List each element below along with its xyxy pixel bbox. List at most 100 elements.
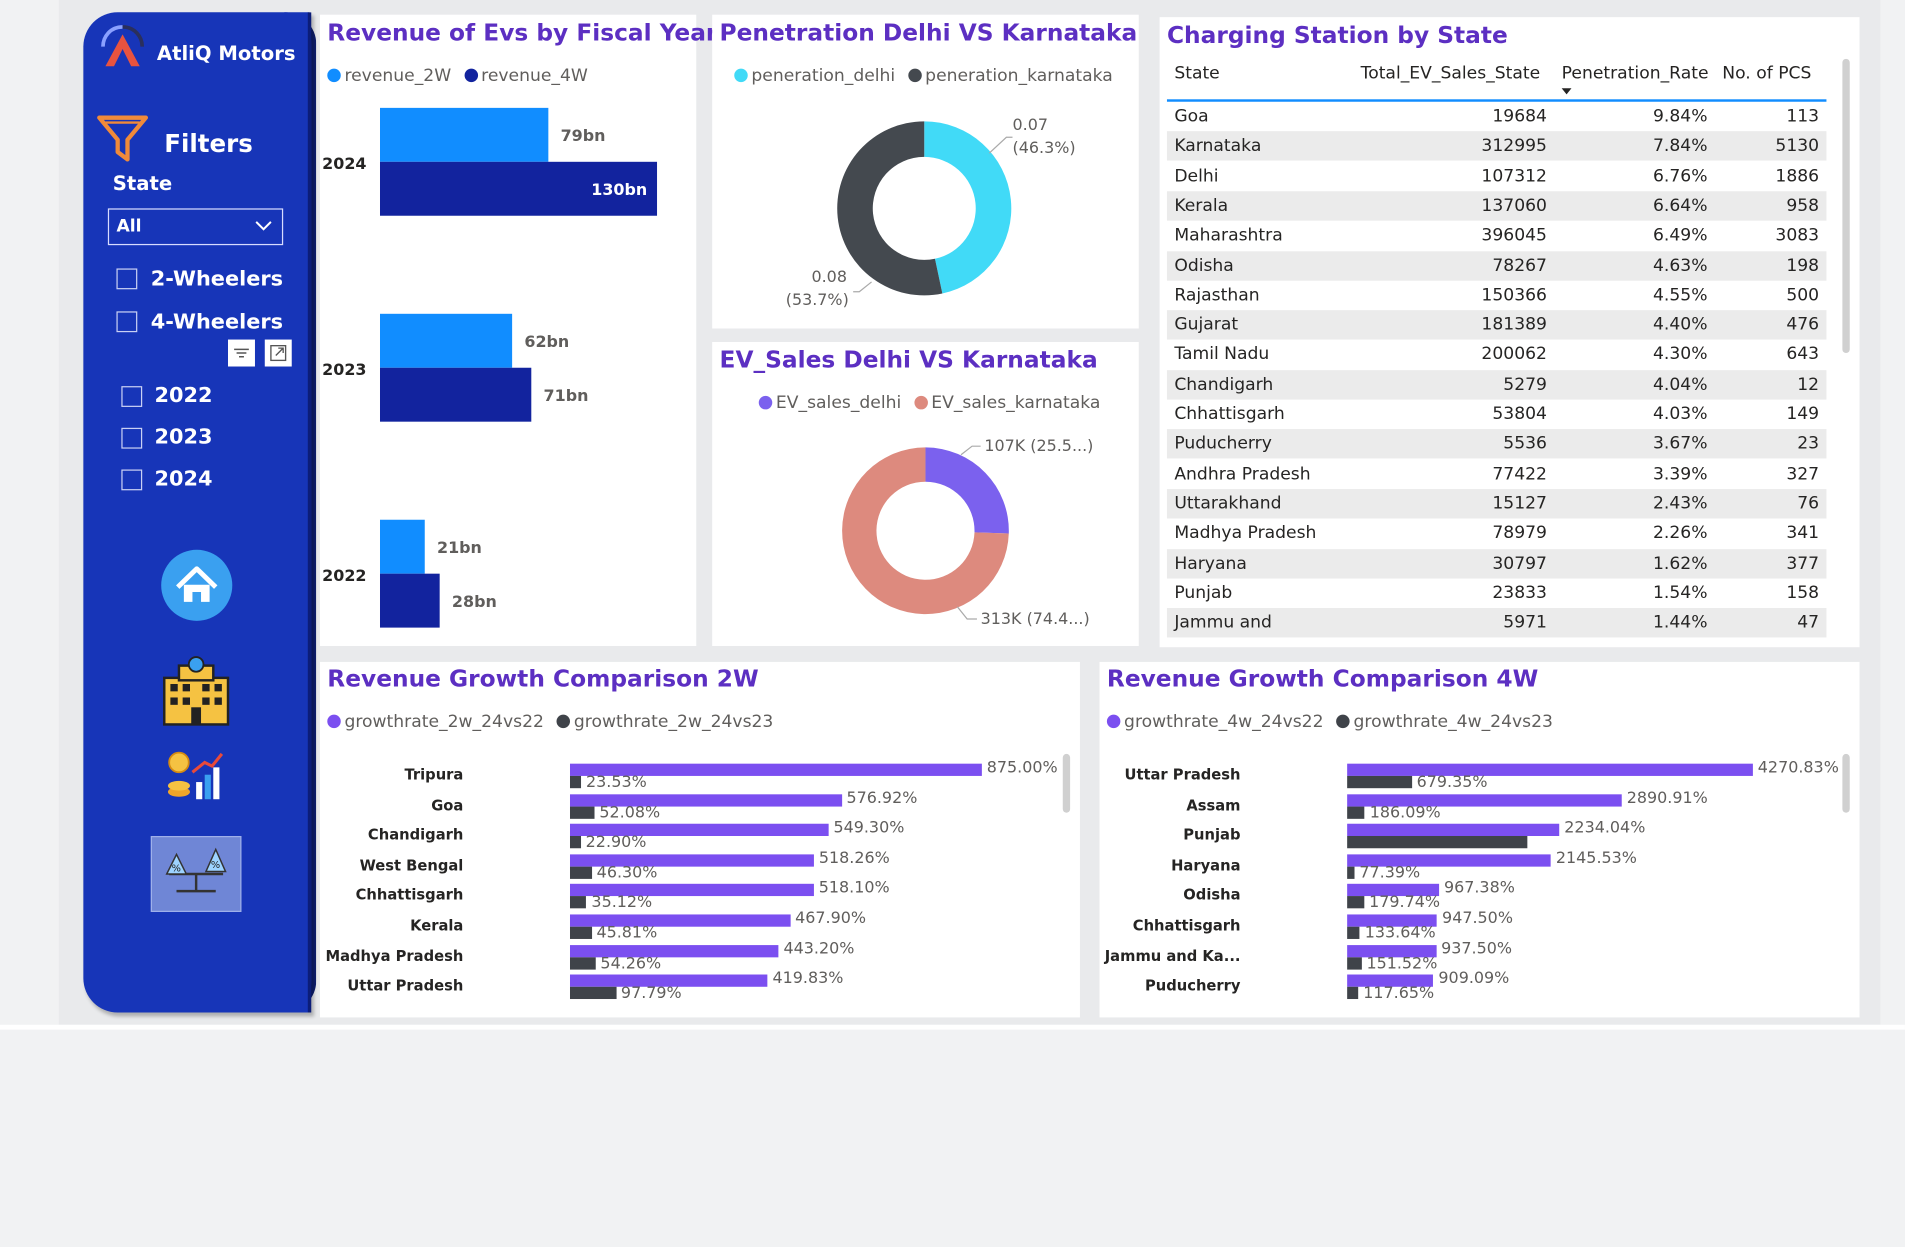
cell-total-ev-sales: 30797	[1492, 553, 1547, 574]
growth-2w-data-label: 549.30%	[833, 819, 905, 838]
table-row[interactable]: Madhya Pradesh 78979 2.26% 341	[1167, 519, 1826, 548]
table-row[interactable]: Tamil Nadu 200062 4.30% 643	[1167, 340, 1826, 369]
filter-pane-icon[interactable]	[227, 339, 255, 367]
column-header-penetration-rate[interactable]: Penetration_Rate	[1562, 64, 1709, 84]
growth-4w-24vs22-bar[interactable]	[1347, 763, 1753, 776]
growth-2w-category-label: West Bengal	[359, 856, 464, 874]
growth-2w-data-label: 518.26%	[818, 849, 890, 868]
cell-total-ev-sales: 150366	[1481, 285, 1547, 305]
cell-penetration-rate: 1.54%	[1653, 583, 1708, 603]
growth-4w-category-label: Assam	[1186, 796, 1241, 814]
column-header-state[interactable]: State	[1174, 64, 1219, 84]
cell-no-of-pcs: 149	[1786, 404, 1820, 425]
cell-state: Odisha	[1174, 255, 1234, 276]
table-row[interactable]: Chhattisgarh 53804 4.03% 149	[1167, 400, 1826, 429]
checkbox-2022[interactable]	[121, 386, 143, 407]
growth-4w-24vs23-bar[interactable]	[1347, 806, 1365, 819]
revenue-data-label: 21bn	[437, 538, 482, 557]
revenue-growth-icon[interactable]	[165, 748, 224, 802]
table-row[interactable]: Chandigarh 5279 4.04% 12	[1166, 369, 1827, 400]
growth-2w-24vs23-bar[interactable]	[569, 986, 617, 1000]
cell-penetration-rate: 3.67%	[1653, 434, 1708, 454]
brand-name: AtliQ Motors	[156, 41, 296, 65]
cell-penetration-rate: 1.44%	[1653, 613, 1708, 633]
office-building-icon[interactable]	[159, 656, 233, 727]
table-row[interactable]: Kerala 137060 6.64% 958	[1166, 191, 1827, 221]
growth-2w-24vs23-bar[interactable]	[569, 896, 587, 909]
penetration-delhi-pct-label: (46.3%)	[1012, 139, 1076, 159]
growth-2w-data-label: 23.53%	[585, 773, 647, 792]
growth-4w-24vs23-bar[interactable]	[1347, 866, 1355, 879]
checkbox-4-wheelers[interactable]	[116, 311, 138, 333]
growth-2w-24vs23-bar[interactable]	[569, 775, 582, 789]
cell-penetration-rate: 6.49%	[1653, 225, 1708, 246]
ev-sales-karnataka-leader	[956, 606, 977, 620]
growth-2w-24vs23-bar[interactable]	[569, 956, 596, 970]
growth-4w-24vs23-bar[interactable]	[1347, 896, 1365, 909]
growth-4w-24vs23-bar[interactable]	[1347, 956, 1362, 970]
growth-2w-data-label: 518.10%	[818, 879, 890, 898]
penetration-card: Penetration Delhi VS Karnataka peneratio…	[712, 14, 1139, 329]
table-row[interactable]: Delhi 107312 6.76% 1886	[1167, 161, 1826, 190]
label-2-wheelers: 2-Wheelers	[150, 267, 284, 292]
cell-total-ev-sales: 5279	[1503, 374, 1547, 395]
cell-state: Tamil Nadu	[1174, 344, 1270, 365]
checkbox-2023[interactable]	[121, 427, 143, 449]
ev-sales-delhi-leader	[960, 445, 981, 456]
cell-penetration-rate: 7.84%	[1653, 136, 1708, 157]
growth-2w-24vs23-bar[interactable]	[569, 806, 595, 819]
focus-mode-icon[interactable]	[264, 339, 292, 367]
atliq-logo-icon	[101, 25, 145, 67]
growth-4w-24vs23-bar[interactable]	[1347, 836, 1528, 849]
growth-4w-24vs23-bar[interactable]	[1347, 986, 1359, 1000]
growth-4w-card: Revenue Growth Comparison 4W growthrate_…	[1099, 661, 1860, 1018]
table-row[interactable]: Haryana 30797 1.62% 377	[1166, 548, 1827, 578]
cell-penetration-rate: 4.40%	[1653, 315, 1708, 335]
growth-4w-scrollbar[interactable]	[1842, 753, 1850, 813]
table-row[interactable]: Rajasthan 150366 4.55% 500	[1167, 280, 1826, 309]
growth-4w-data-label: 4270.83%	[1757, 758, 1839, 778]
table-row[interactable]: Goa 19684 9.84% 113	[1167, 102, 1826, 131]
ev-sales-card: EV_Sales Delhi VS Karnataka EV_sales_del…	[712, 341, 1139, 646]
growth-2w-24vs23-bar[interactable]	[569, 926, 592, 939]
table-row[interactable]: Punjab 23833 1.54% 158	[1167, 578, 1826, 607]
penetration-karnataka-leader	[853, 281, 872, 293]
growth-2w-scrollbar[interactable]	[1062, 753, 1071, 813]
table-row[interactable]: Uttarakhand 15127 2.43% 76	[1166, 488, 1827, 519]
growth-4w-24vs22-bar[interactable]	[1347, 823, 1560, 837]
state-dropdown[interactable]: All	[107, 208, 284, 246]
column-header-total-ev-sales[interactable]: Total_EV_Sales_State	[1361, 64, 1541, 84]
table-row[interactable]: Odisha 78267 4.63% 198	[1166, 250, 1827, 281]
table-row[interactable]: Maharashtra 396045 6.49% 3083	[1167, 221, 1826, 250]
growth-4w-data-label: 117.65%	[1363, 984, 1435, 1003]
revenue-year-label: 2022	[322, 566, 366, 585]
table-row[interactable]: Andhra Pradesh 77422 3.39% 327	[1167, 459, 1826, 488]
table-row[interactable]: Puducherry 5536 3.67% 23	[1166, 429, 1827, 459]
growth-4w-24vs23-bar[interactable]	[1347, 926, 1360, 939]
percentage-comparison-button[interactable]: %%	[150, 835, 242, 912]
table-scrollbar[interactable]	[1842, 58, 1850, 354]
cell-penetration-rate: 4.63%	[1653, 255, 1708, 276]
growth-2w-24vs23-bar[interactable]	[569, 866, 592, 879]
home-icon[interactable]	[161, 549, 233, 621]
growth-4w-category-label: Odisha	[1183, 886, 1241, 904]
growth-2w-24vs23-bar[interactable]	[569, 836, 581, 849]
cell-state: Haryana	[1174, 553, 1247, 574]
growth-4w-data-label: 2890.91%	[1626, 788, 1708, 808]
growth-4w-data-label: 151.52%	[1366, 954, 1438, 973]
growth-2w-category-label: Tripura	[404, 766, 464, 784]
table-row[interactable]: Jammu and 5971 1.44% 47	[1166, 608, 1827, 638]
cell-no-of-pcs: 113	[1786, 106, 1820, 127]
growth-4w-data-label: 2234.04%	[1564, 819, 1646, 838]
growth-2w-category-label: Uttar Pradesh	[347, 977, 464, 995]
column-header-no-of-pcs[interactable]: No. of PCS	[1722, 64, 1811, 84]
checkbox-2024[interactable]	[121, 469, 143, 491]
growth-4w-24vs23-bar[interactable]	[1347, 775, 1412, 789]
legend-dot-growth-2w-24vs22	[327, 714, 341, 729]
table-row[interactable]: Karnataka 312995 7.84% 5130	[1166, 131, 1827, 161]
checkbox-2-wheelers[interactable]	[116, 268, 138, 290]
table-row[interactable]: Gujarat 181389 4.40% 476	[1166, 310, 1827, 340]
growth-2w-category-label: Kerala	[410, 916, 464, 935]
cell-no-of-pcs: 500	[1786, 285, 1820, 305]
growth-2w-data-label: 52.08%	[599, 803, 661, 823]
